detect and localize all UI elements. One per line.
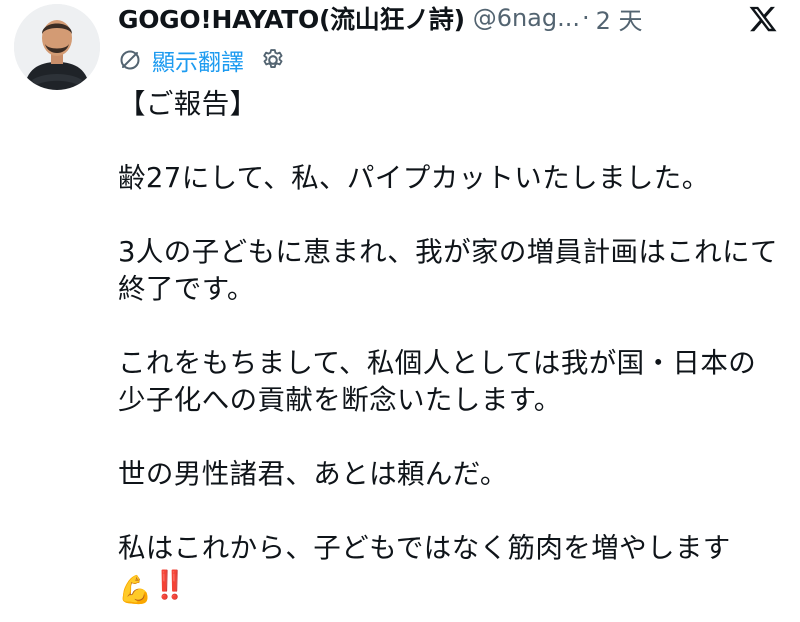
translate-row: 顯示翻譯 [118, 44, 286, 76]
flexed-biceps-icon: 💪 [118, 574, 153, 606]
tweet-paragraph: 【ご報告】 [118, 88, 258, 120]
show-translation-link[interactable]: 顯示翻譯 [152, 43, 244, 77]
tweet-paragraph-final: 私はこれから、子どもではなく筋肉を増やします 💪‼️ [118, 530, 783, 609]
user-handle[interactable]: @6nag... [473, 4, 580, 32]
tweet-paragraph: 3人の子どもに恵まれ、我が家の増員計画はこれにて終了です。 [118, 236, 778, 305]
gear-icon[interactable] [260, 47, 286, 73]
timestamp[interactable]: 2 天 [596, 1, 643, 36]
double-exclamation-icon: ‼️ [152, 569, 187, 601]
tweet-paragraph: 世の男性諸君、あとは頼んだ。 [118, 458, 508, 490]
tweet-paragraph: 私はこれから、子どもではなく筋肉を増やします [118, 532, 731, 564]
separator-dot: · [582, 4, 590, 32]
tweet-header: GOGO!HAYATO(流山狂ノ詩) @6nag... · 2 天 [118, 0, 643, 36]
x-logo-icon[interactable] [748, 4, 778, 34]
tweet-paragraph: 齢27にして、私、パイプカットいたしました。 [118, 162, 710, 194]
translate-globe-icon [120, 50, 140, 70]
avatar[interactable] [14, 4, 100, 90]
avatar-photo [14, 4, 100, 90]
tweet-paragraph: これをもちまして、私個人としては我が国・日本の少子化への貢献を断念いたします。 [118, 347, 757, 416]
display-name[interactable]: GOGO!HAYATO(流山狂ノ詩) [118, 0, 465, 36]
tweet-body: 【ご報告】 齢27にして、私、パイプカットいたしました。 3人の子どもに恵まれ、… [118, 86, 783, 609]
tweet-card: GOGO!HAYATO(流山狂ノ詩) @6nag... · 2 天 顯示翻譯 【… [0, 0, 800, 622]
